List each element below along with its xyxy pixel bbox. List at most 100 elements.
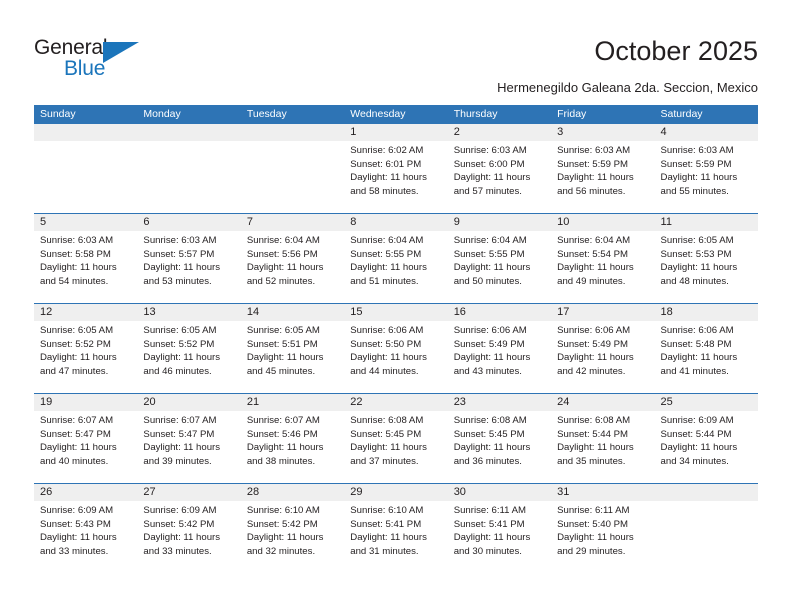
daylight-text-line2: and 47 minutes. [40, 365, 109, 377]
day-number-band: 5 6 7 8 9 10 11 [34, 214, 758, 231]
sunset-text: Sunset: 5:49 PM [453, 338, 525, 350]
sunrise-text: Sunrise: 6:09 AM [660, 415, 734, 426]
sunset-text: Sunset: 5:45 PM [453, 428, 525, 440]
sunset-text: Sunset: 5:58 PM [40, 248, 111, 260]
daylight-text-line2: and 48 minutes. [660, 275, 729, 287]
sunset-text: Sunset: 5:52 PM [40, 338, 111, 350]
sunset-text: Sunset: 5:55 PM [350, 248, 422, 260]
daylight-text-line1: Daylight: 11 hours [453, 262, 531, 274]
sunset-text: Sunset: 5:43 PM [40, 518, 111, 530]
sunset-text: Sunset: 5:47 PM [143, 428, 215, 440]
sunrise-text: Sunrise: 6:09 AM [143, 505, 217, 516]
weekday-header-thursday: Thursday [453, 108, 498, 120]
daylight-text-line1: Daylight: 11 hours [557, 172, 634, 184]
daylight-text-line2: and 34 minutes. [660, 455, 729, 467]
daylight-text-line1: Daylight: 11 hours [350, 262, 427, 274]
sunrise-text: Sunrise: 6:03 AM [40, 235, 114, 246]
daylight-text-line1: Daylight: 11 hours [453, 532, 531, 544]
calendar-week-row: 12 13 14 15 16 17 18 Sunrise: 6:05 AM Su… [34, 303, 758, 393]
day-number: 14 [246, 306, 260, 318]
sunrise-text: Sunrise: 6:05 AM [660, 235, 734, 246]
day-number: 26 [40, 486, 53, 498]
sunrise-text: Sunrise: 6:06 AM [557, 325, 631, 336]
sunset-text: Sunset: 5:48 PM [660, 338, 732, 350]
day-number: 7 [246, 216, 253, 228]
sunrise-text: Sunrise: 6:05 AM [40, 325, 114, 336]
sunrise-text: Sunrise: 6:11 AM [557, 505, 630, 516]
day-cell: Sunrise: 6:10 AM Sunset: 5:41 PM Dayligh… [344, 501, 447, 573]
day-cell: Sunrise: 6:03 AM Sunset: 5:59 PM Dayligh… [655, 141, 758, 213]
sunset-text: Sunset: 5:51 PM [246, 338, 318, 350]
day-cell: Sunrise: 6:03 AM Sunset: 5:57 PM Dayligh… [137, 231, 240, 303]
day-cell: Sunrise: 6:09 AM Sunset: 5:42 PM Dayligh… [137, 501, 240, 573]
daylight-text-line2: and 41 minutes. [660, 365, 729, 377]
daylight-text-line2: and 58 minutes. [350, 185, 419, 197]
day-cell: Sunrise: 6:09 AM Sunset: 5:43 PM Dayligh… [34, 501, 137, 573]
daylight-text-line2: and 33 minutes. [143, 545, 212, 557]
day-cell: Sunrise: 6:05 AM Sunset: 5:53 PM Dayligh… [655, 231, 758, 303]
day-number: 5 [40, 216, 47, 228]
sunrise-text: Sunrise: 6:03 AM [557, 145, 631, 156]
sunrise-text: Sunrise: 6:03 AM [660, 145, 734, 156]
daylight-text-line1: Daylight: 11 hours [143, 262, 221, 274]
calendar-week-row: 5 6 7 8 9 10 11 Sunrise: 6:03 AM Sunset:… [34, 213, 758, 303]
day-number: 2 [453, 126, 460, 138]
day-number: 29 [350, 486, 363, 498]
sunset-text: Sunset: 5:55 PM [453, 248, 525, 260]
daylight-text-line2: and 37 minutes. [350, 455, 419, 467]
weekday-header-row: Sunday Monday Tuesday Wednesday Thursday… [34, 105, 758, 124]
day-cell: Sunrise: 6:08 AM Sunset: 5:45 PM Dayligh… [448, 411, 551, 483]
daylight-text-line1: Daylight: 11 hours [246, 262, 324, 274]
day-cell: Sunrise: 6:06 AM Sunset: 5:48 PM Dayligh… [655, 321, 758, 393]
day-cell: Sunrise: 6:06 AM Sunset: 5:49 PM Dayligh… [551, 321, 654, 393]
sunrise-text: Sunrise: 6:08 AM [557, 415, 631, 426]
day-number: 11 [660, 216, 672, 228]
day-cell: Sunrise: 6:02 AM Sunset: 6:01 PM Dayligh… [344, 141, 447, 213]
day-cell: Sunrise: 6:07 AM Sunset: 5:47 PM Dayligh… [34, 411, 137, 483]
day-number: 3 [557, 126, 564, 138]
day-number: 9 [453, 216, 460, 228]
sunset-text: Sunset: 5:44 PM [557, 428, 629, 440]
day-cell: Sunrise: 6:06 AM Sunset: 5:49 PM Dayligh… [448, 321, 551, 393]
daylight-text-line1: Daylight: 11 hours [660, 352, 738, 364]
sunrise-text: Sunrise: 6:03 AM [143, 235, 217, 246]
day-number: 31 [557, 486, 570, 498]
daylight-text-line2: and 29 minutes. [557, 545, 626, 557]
day-detail-band: Sunrise: 6:03 AM Sunset: 5:58 PM Dayligh… [34, 231, 758, 303]
daylight-text-line2: and 35 minutes. [557, 455, 626, 467]
sunset-text: Sunset: 5:42 PM [143, 518, 215, 530]
daylight-text-line1: Daylight: 11 hours [40, 532, 117, 544]
day-number: 4 [660, 126, 667, 138]
sunset-text: Sunset: 5:50 PM [350, 338, 422, 350]
sunset-text: Sunset: 5:42 PM [246, 518, 318, 530]
day-cell: Sunrise: 6:03 AM Sunset: 6:00 PM Dayligh… [448, 141, 551, 213]
day-number: 12 [40, 306, 53, 318]
day-detail-band: Sunrise: 6:05 AM Sunset: 5:52 PM Dayligh… [34, 321, 758, 393]
calendar-page: General Blue October 2025 Hermenegildo G… [0, 0, 792, 612]
day-cell: Sunrise: 6:08 AM Sunset: 5:45 PM Dayligh… [344, 411, 447, 483]
day-number: 6 [143, 216, 150, 228]
day-number: 1 [350, 126, 357, 138]
daylight-text-line2: and 30 minutes. [453, 545, 522, 557]
daylight-text-line1: Daylight: 11 hours [557, 532, 634, 544]
sunrise-text: Sunrise: 6:07 AM [143, 415, 217, 426]
day-cell: Sunrise: 6:04 AM Sunset: 5:54 PM Dayligh… [551, 231, 654, 303]
day-number [241, 124, 344, 141]
day-number: 24 [557, 396, 570, 408]
day-number: 17 [557, 306, 570, 318]
calendar-table: Sunday Monday Tuesday Wednesday Thursday… [34, 105, 758, 573]
day-cell: Sunrise: 6:10 AM Sunset: 5:42 PM Dayligh… [241, 501, 344, 573]
day-number: 16 [453, 306, 466, 318]
daylight-text-line1: Daylight: 11 hours [143, 532, 221, 544]
sunset-text: Sunset: 5:56 PM [246, 248, 318, 260]
daylight-text-line1: Daylight: 11 hours [350, 442, 427, 454]
sunrise-text: Sunrise: 6:03 AM [453, 145, 527, 156]
day-number: 20 [143, 396, 156, 408]
daylight-text-line2: and 42 minutes. [557, 365, 626, 377]
daylight-text-line2: and 43 minutes. [453, 365, 522, 377]
sunrise-text: Sunrise: 6:08 AM [350, 415, 424, 426]
daylight-text-line2: and 40 minutes. [40, 455, 109, 467]
day-cell [34, 141, 137, 213]
daylight-text-line1: Daylight: 11 hours [350, 172, 427, 184]
daylight-text-line1: Daylight: 11 hours [40, 352, 117, 364]
